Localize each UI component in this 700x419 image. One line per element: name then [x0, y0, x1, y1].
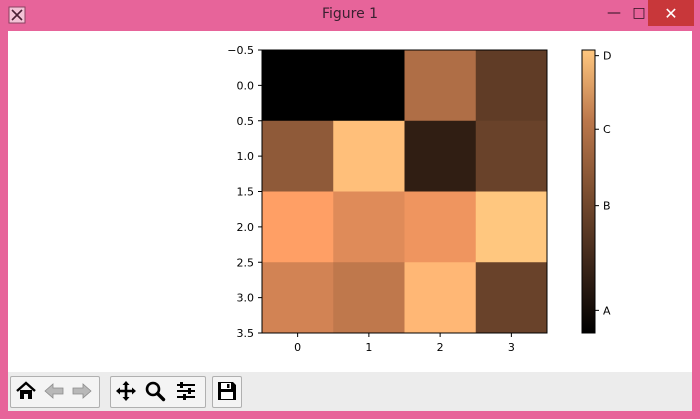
- navigation-toolbar: [8, 372, 692, 411]
- heatmap-cell: [262, 262, 334, 334]
- arrow-right-icon: [72, 383, 92, 399]
- y-tick-label: 0.0: [237, 79, 255, 92]
- arrow-left-icon: [44, 383, 64, 399]
- y-tick-label: −0.5: [227, 44, 254, 57]
- zoom-button[interactable]: [142, 378, 168, 404]
- pan-button[interactable]: [113, 378, 139, 404]
- colorbar-tick-label: A: [603, 304, 611, 317]
- x-tick-label: 3: [508, 341, 515, 354]
- heatmap-cell: [333, 120, 405, 192]
- heatmap-cell: [475, 50, 548, 122]
- heatmap-cell: [475, 262, 548, 334]
- figure-window: Figure 1 — □ ✕ −0.5 0.0 0.5 1.0 1.5 2.0 2.5 3: [0, 0, 700, 419]
- heatmap-cell: [262, 50, 334, 122]
- heatmap-cell: [262, 191, 334, 263]
- save-button[interactable]: [214, 378, 240, 404]
- window-title: Figure 1: [321, 6, 379, 22]
- heatmap-cell: [333, 262, 405, 334]
- heatmap-chart: −0.5 0.0 0.5 1.0 1.5 2.0 2.5 3.0 3.5 0 1 2 3 A B C D: [227, 44, 611, 354]
- home-button[interactable]: [13, 378, 39, 404]
- y-tick-label: 0.5: [237, 115, 255, 128]
- y-tick-label: 1.0: [237, 150, 255, 163]
- y-tick-label: 3.5: [237, 327, 255, 340]
- configure-subplots-button[interactable]: [173, 378, 199, 404]
- floppy-disk-icon: [218, 382, 236, 400]
- back-button[interactable]: [41, 378, 67, 404]
- heatmap-cell: [404, 191, 477, 263]
- y-tick-label: 3.0: [237, 292, 255, 305]
- heatmap-cell: [404, 262, 477, 334]
- x-tick-label: 1: [365, 341, 372, 354]
- x-tick-label: 2: [437, 341, 444, 354]
- colorbar-tick-label: B: [603, 200, 611, 213]
- close-button[interactable]: ✕: [648, 0, 694, 26]
- figure-client-area: −0.5 0.0 0.5 1.0 1.5 2.0 2.5 3.0 3.5 0 1 2 3 A B C D: [8, 31, 692, 411]
- heatmap-cell: [333, 191, 405, 263]
- y-tick-label: 1.5: [237, 186, 255, 199]
- heatmap-cell: [262, 120, 334, 192]
- heatmap-cell: [333, 50, 405, 122]
- figure-canvas[interactable]: −0.5 0.0 0.5 1.0 1.5 2.0 2.5 3.0 3.5 0 1 2 3 A B C D: [8, 31, 692, 372]
- move-icon: [116, 381, 136, 401]
- forward-button[interactable]: [69, 378, 95, 404]
- home-icon: [16, 381, 36, 399]
- y-tick-label: 2.0: [237, 221, 255, 234]
- sliders-icon: [177, 382, 195, 400]
- heatmap-cell: [475, 120, 548, 192]
- colorbar-tick-label: D: [603, 50, 611, 63]
- magnifier-icon: [145, 381, 166, 402]
- colorbar-tick-label: C: [603, 123, 611, 136]
- heatmap-cell: [475, 191, 548, 263]
- colorbar-gradient: [581, 49, 596, 334]
- heatmap-cell: [404, 50, 477, 122]
- title-bar[interactable]: Figure 1 — □ ✕: [0, 0, 700, 30]
- x-tick-label: 0: [294, 341, 301, 354]
- heatmap-cell: [404, 120, 477, 192]
- y-tick-label: 2.5: [237, 256, 255, 269]
